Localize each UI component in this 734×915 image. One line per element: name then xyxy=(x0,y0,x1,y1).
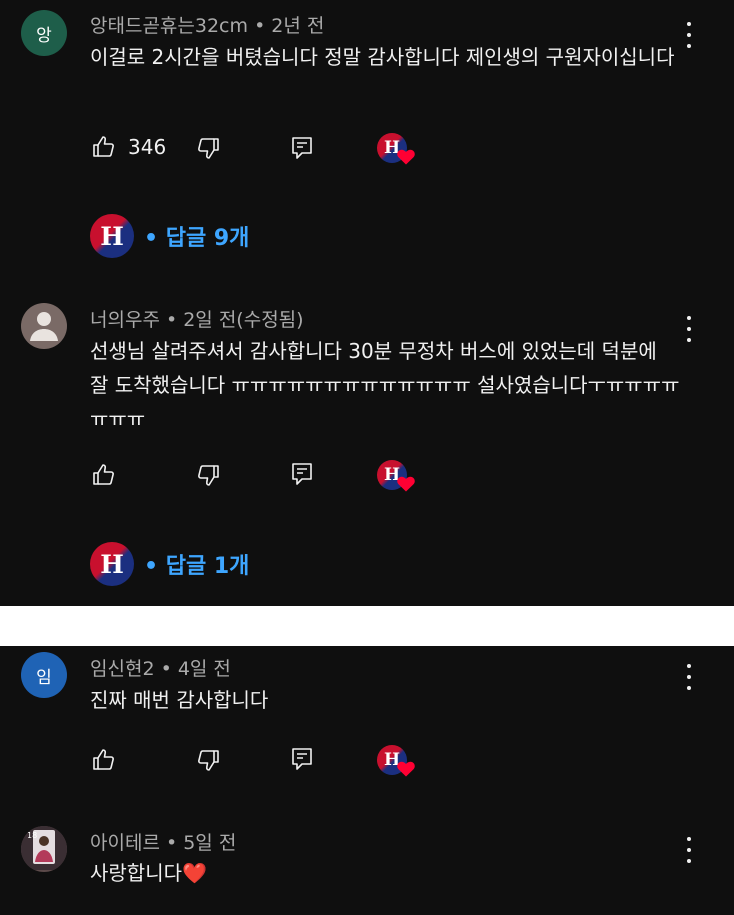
comment-text: 이걸로 2시간을 버텼습니다 정말 감사합니다 제인생의 구원자이십니다 xyxy=(90,45,675,69)
thumbs-up-icon xyxy=(92,135,116,159)
comment-text: 사랑합니다❤️ xyxy=(90,861,207,885)
replies-count-label: • 답글 1개 xyxy=(144,554,250,579)
comment-avatar[interactable]: 임 xyxy=(21,652,67,698)
like-button[interactable] xyxy=(92,748,128,772)
comment-reply-icon xyxy=(291,462,313,486)
comment-author[interactable]: 임신현2 xyxy=(90,658,155,680)
thumbs-up-icon xyxy=(92,463,116,487)
player-card-icon: 18 xyxy=(21,826,67,872)
comment-reply-icon xyxy=(291,136,313,160)
more-options-icon[interactable] xyxy=(678,22,700,48)
comment-author[interactable]: 아이테르 xyxy=(90,832,160,854)
reply-button[interactable] xyxy=(291,747,313,771)
heart-icon xyxy=(397,761,415,781)
thumbs-down-icon xyxy=(196,748,220,772)
reply-button[interactable] xyxy=(291,136,313,160)
dislike-button[interactable] xyxy=(196,748,220,772)
comment-avatar[interactable]: 18 xyxy=(21,826,67,872)
comment-time: • 2년 전 xyxy=(254,15,325,37)
like-button[interactable]: 346 xyxy=(92,135,166,159)
like-button[interactable] xyxy=(92,463,128,487)
thumbs-up-icon xyxy=(92,748,116,772)
comment-text: 진짜 매번 감사합니다 xyxy=(90,688,269,712)
like-count: 346 xyxy=(128,135,167,159)
avatar-initial: 앙 xyxy=(36,25,52,46)
creator-reply-avatar: H xyxy=(90,214,134,258)
comment-meta: 앙태드곧휴는32cm • 2년 전 xyxy=(90,11,324,38)
svg-text:18: 18 xyxy=(27,831,37,840)
dislike-button[interactable] xyxy=(196,136,220,160)
comment-time: • 5일 전 xyxy=(165,832,237,854)
comment-author[interactable]: 너의우주 xyxy=(90,309,160,331)
creator-heart-badge[interactable]: H xyxy=(377,460,415,494)
comment-text: 선생님 살려주셔서 감사합니다 30분 무정차 버스에 있었는데 덕분에 잘 도… xyxy=(90,339,680,431)
view-replies-button[interactable]: H • 답글 9개 xyxy=(90,214,249,258)
comment-meta: 너의우주 • 2일 전(수정됨) xyxy=(90,305,304,332)
comment-time: • 4일 전 xyxy=(160,658,231,680)
thumbs-down-icon xyxy=(196,463,220,487)
avatar-initial: 임 xyxy=(36,667,52,688)
replies-count-label: • 답글 9개 xyxy=(144,226,250,251)
creator-reply-avatar: H xyxy=(90,542,134,586)
comment-meta: 아이테르 • 5일 전 xyxy=(90,828,236,855)
heart-icon xyxy=(397,149,415,169)
heart-icon xyxy=(397,476,415,496)
comment-time: • 2일 전(수정됨) xyxy=(165,309,304,331)
thumbs-down-icon xyxy=(196,136,220,160)
comment-avatar[interactable]: 앙 xyxy=(21,10,67,56)
person-silhouette-icon xyxy=(21,303,67,349)
more-options-icon[interactable] xyxy=(678,316,700,342)
comment-meta: 임신현2 • 4일 전 xyxy=(90,654,231,681)
dislike-button[interactable] xyxy=(196,463,220,487)
creator-heart-badge[interactable]: H xyxy=(377,133,415,167)
comment-reply-icon xyxy=(291,747,313,771)
screenshot-separator xyxy=(0,606,734,646)
more-options-icon[interactable] xyxy=(678,837,700,863)
comments-panel-top xyxy=(0,0,734,606)
reply-button[interactable] xyxy=(291,462,313,486)
comment-author[interactable]: 앙태드곧휴는32cm xyxy=(90,15,248,37)
more-options-icon[interactable] xyxy=(678,664,700,690)
creator-heart-badge[interactable]: H xyxy=(377,745,415,779)
view-replies-button[interactable]: H • 답글 1개 xyxy=(90,542,249,586)
comment-avatar[interactable] xyxy=(21,303,67,349)
